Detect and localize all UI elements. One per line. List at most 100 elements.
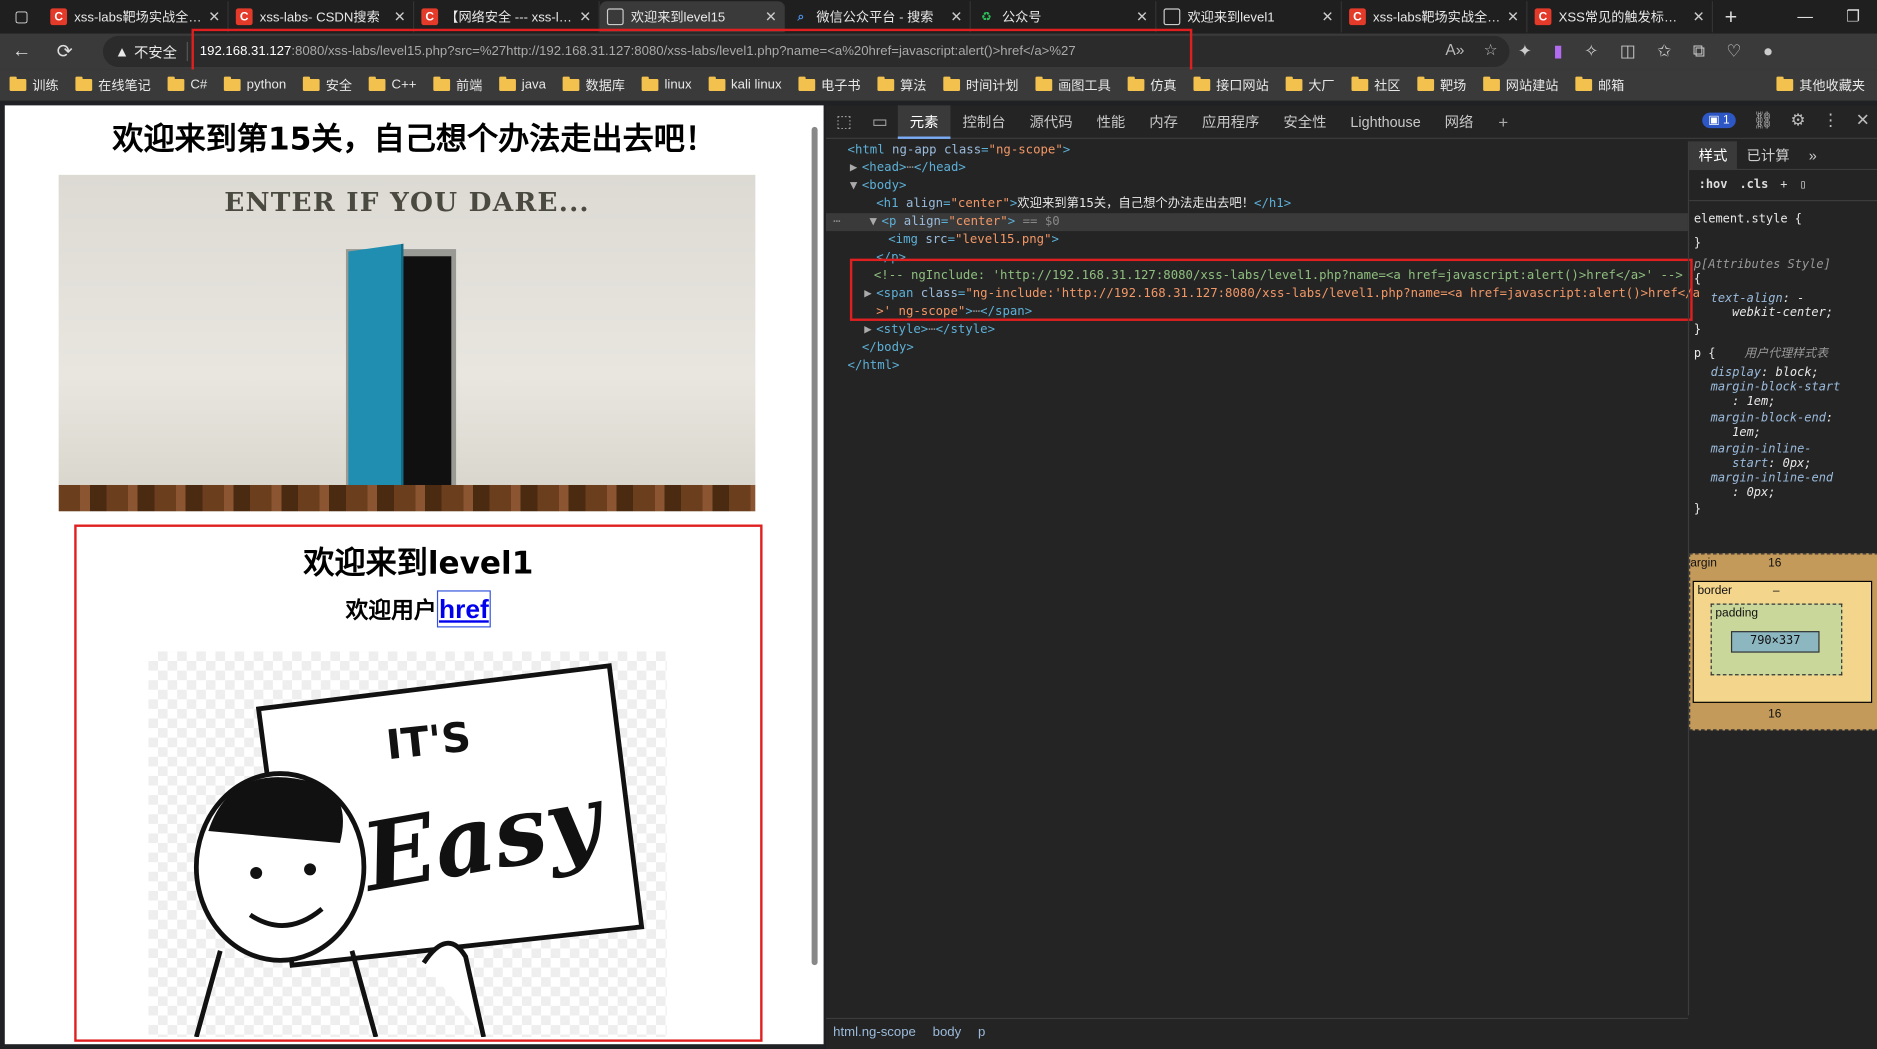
element-state-icon[interactable]: ▯ <box>1799 178 1806 191</box>
refresh-icon[interactable]: ⟳ <box>43 40 86 64</box>
minimize-icon[interactable]: — <box>1781 0 1829 34</box>
close-tab-icon[interactable]: ✕ <box>765 8 777 25</box>
back-icon[interactable]: ← <box>0 41 43 63</box>
bookmark-folder[interactable]: kali linux <box>708 75 782 94</box>
browser-tab[interactable]: C 【网络安全 --- xss-labs ✕ <box>414 1 600 33</box>
box-model-border[interactable]: border – padding 790×337 <box>1692 580 1873 703</box>
extensions-puzzle-icon[interactable]: ✧ <box>1584 41 1598 61</box>
tab-styles[interactable]: 样式 <box>1689 140 1737 170</box>
style-rule[interactable]: p { 用户代理样式表 <box>1694 342 1828 360</box>
cls-toggle[interactable]: .cls <box>1739 178 1768 191</box>
customize-icon[interactable]: ⛓ <box>1752 110 1773 130</box>
bookmark-folder[interactable]: 前端 <box>433 75 482 94</box>
inspect-element-icon[interactable]: ⬚ <box>826 111 862 131</box>
close-tab-icon[interactable]: ✕ <box>1507 8 1519 25</box>
dom-line[interactable]: <h1 align="center">欢迎来到第15关，自己想个办法走出去吧！<… <box>876 195 1291 213</box>
dom-line[interactable]: ▼ <body> <box>850 177 907 195</box>
profile-avatar[interactable]: ● <box>1763 41 1773 61</box>
style-prop[interactable]: : 0px; <box>1732 486 1775 499</box>
new-rule-icon[interactable]: + <box>1780 178 1787 191</box>
bookmark-folder[interactable]: 画图工具 <box>1035 75 1111 94</box>
extension-icon[interactable]: ▮ <box>1553 41 1562 61</box>
box-model-content[interactable]: 790×337 <box>1730 631 1820 653</box>
style-prop[interactable]: webkit-center; <box>1732 307 1833 320</box>
close-tab-icon[interactable]: ✕ <box>394 8 406 25</box>
read-aloud-icon[interactable]: A» <box>1445 41 1464 60</box>
bookmark-folder[interactable]: 邮箱 <box>1575 75 1624 94</box>
box-model-margin[interactable]: argin 16 16 border – padding 790×337 <box>1689 553 1877 731</box>
favorites-icon[interactable]: ✩ <box>1657 41 1671 61</box>
bookmark-folder[interactable]: 靶场 <box>1417 75 1466 94</box>
style-prop[interactable]: margin-block-end: <box>1711 412 1834 425</box>
bookmark-folder[interactable]: python <box>223 75 286 94</box>
devtools-tab[interactable]: 网络 <box>1433 105 1486 139</box>
dom-line[interactable]: ▶ <style>⋯</style> <box>864 321 995 339</box>
dom-line[interactable]: ▶ <head>⋯</head> <box>850 159 966 177</box>
bookmark-folder[interactable]: 仿真 <box>1127 75 1177 94</box>
devtools-tab[interactable]: 源代码 <box>1018 105 1085 139</box>
bookmark-folder[interactable]: 算法 <box>877 75 926 94</box>
browser-tab[interactable]: C XSS常见的触发标签_xss ✕ <box>1527 1 1714 33</box>
close-tab-icon[interactable]: ✕ <box>1321 8 1333 25</box>
settings-gear-icon[interactable]: ⚙ <box>1790 110 1805 130</box>
style-prop[interactable]: 1em; <box>1732 426 1761 439</box>
devtools-tab[interactable]: 内存 <box>1137 105 1190 139</box>
box-model-padding[interactable]: padding 790×337 <box>1710 603 1843 676</box>
devtools-tab[interactable]: 元素 <box>897 104 951 139</box>
tab-actions-icon[interactable]: ▢ <box>0 0 43 34</box>
style-rule[interactable]: p[Attributes Style] <box>1694 259 1831 272</box>
bookmark-folder[interactable]: linux <box>641 75 692 94</box>
close-tab-icon[interactable]: ✕ <box>950 8 962 25</box>
bookmark-folder[interactable]: 安全 <box>302 75 352 94</box>
style-prop[interactable]: : 1em; <box>1732 395 1775 408</box>
bookmark-folder[interactable]: 社区 <box>1351 75 1400 94</box>
devtools-tab[interactable]: 安全性 <box>1271 105 1338 139</box>
bookmark-folder[interactable]: 接口网站 <box>1193 75 1269 94</box>
collections-icon[interactable]: ⧉ <box>1693 41 1705 61</box>
extension-icon[interactable]: ✦ <box>1518 41 1532 61</box>
bookmark-folder[interactable]: java <box>499 75 546 94</box>
style-prop[interactable]: start: 0px; <box>1732 457 1811 470</box>
close-tab-icon[interactable]: ✕ <box>579 8 591 25</box>
browser-tab[interactable]: Cxss-labs靶场实战全通关 ✕ <box>43 1 229 33</box>
style-prop[interactable]: text-align: - <box>1711 292 1805 305</box>
dom-line[interactable]: </body> <box>862 339 914 357</box>
issues-badge[interactable]: ▣ 1 <box>1702 112 1736 129</box>
devtools-tab[interactable]: 应用程序 <box>1190 105 1271 139</box>
new-tab-button[interactable]: + <box>1713 4 1749 29</box>
dom-line[interactable]: <img src="level15.png"> <box>888 231 1059 249</box>
address-bar[interactable]: ▲ 不安全 192.168.31.127:8080/xss-labs/level… <box>102 35 1510 68</box>
browser-essentials-icon[interactable]: ♡ <box>1726 41 1741 61</box>
close-tab-icon[interactable]: ✕ <box>1693 8 1705 25</box>
devtools-tab[interactable]: 控制台 <box>950 105 1017 139</box>
style-rule[interactable]: element.style { <box>1694 213 1802 226</box>
dom-line-selected[interactable]: ⋯ ▼ <p align="center"> == $0 <box>833 213 1060 231</box>
browser-tab[interactable]: 欢迎来到level1 ✕ <box>1156 1 1342 33</box>
devtools-tab[interactable]: 性能 <box>1085 105 1138 139</box>
bookmark-folder[interactable]: 数据库 <box>562 75 625 94</box>
injected-href-link[interactable]: href <box>436 590 492 628</box>
style-prop[interactable]: margin-inline-end <box>1711 472 1834 485</box>
dom-line[interactable]: </html> <box>848 357 900 375</box>
browser-tab[interactable]: ♻ 公众号 ✕ <box>971 1 1157 33</box>
more-options-icon[interactable]: ⋮ <box>1822 110 1839 130</box>
style-prop[interactable]: margin-block-start <box>1711 381 1841 394</box>
close-tab-icon[interactable]: ✕ <box>1136 8 1148 25</box>
more-tools-icon[interactable]: + <box>1485 112 1521 131</box>
close-devtools-icon[interactable]: ✕ <box>1856 110 1870 130</box>
browser-tab[interactable]: 欢迎来到level15 ✕ <box>599 1 786 33</box>
favorite-star-icon[interactable]: ☆ <box>1484 41 1498 60</box>
browser-tab[interactable]: ⌕ 微信公众平台 - 搜索 ✕ <box>785 1 971 33</box>
url-text[interactable]: 192.168.31.127:8080/xss-labs/level15.php… <box>188 44 1076 58</box>
bookmark-folder[interactable]: 时间计划 <box>943 75 1019 94</box>
breadcrumb-body[interactable]: body <box>933 1024 962 1038</box>
breadcrumb-p[interactable]: p <box>978 1024 985 1038</box>
device-toolbar-icon[interactable]: ▭ <box>862 111 898 131</box>
browser-tab[interactable]: Cxss-labs- CSDN搜索 ✕ <box>229 1 415 33</box>
bookmark-folder[interactable]: C# <box>167 75 207 94</box>
breadcrumb-html[interactable]: html.ng-scope <box>833 1024 916 1038</box>
bookmark-folder[interactable]: C++ <box>368 75 416 94</box>
devtools-tab[interactable]: Lighthouse <box>1338 105 1432 139</box>
split-screen-icon[interactable]: ◫ <box>1620 41 1636 61</box>
scrollbar-thumb[interactable] <box>811 126 818 966</box>
